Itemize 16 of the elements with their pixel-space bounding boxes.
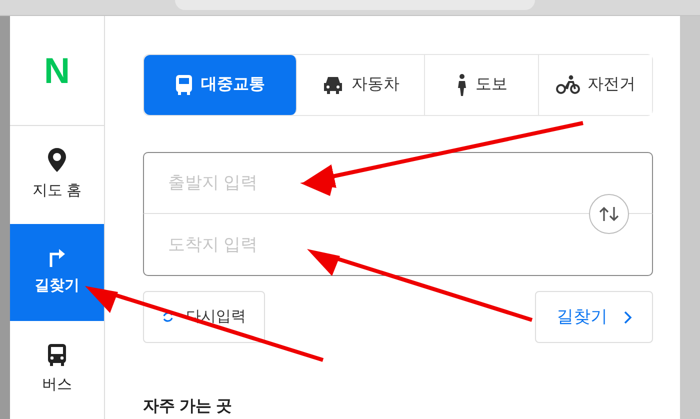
cyclist-icon bbox=[556, 75, 580, 95]
chevron-right-icon bbox=[624, 310, 632, 324]
car-icon bbox=[322, 76, 344, 94]
bus-icon bbox=[175, 75, 193, 95]
origin-input[interactable]: 출발지 입력 bbox=[143, 152, 653, 214]
section-heading: 자주 가는 곳 bbox=[143, 397, 233, 417]
refresh-icon bbox=[162, 311, 174, 323]
turn-right-arrow-icon bbox=[48, 247, 66, 268]
map-pin-icon bbox=[48, 148, 66, 172]
swap-arrows-icon bbox=[598, 206, 620, 222]
mode-tab[interactable]: 대중교통 bbox=[144, 55, 297, 115]
search-route-button[interactable]: 길찾기 bbox=[535, 291, 653, 343]
walking-person-icon bbox=[456, 74, 468, 96]
destination-input[interactable]: 도착지 입력 bbox=[143, 214, 653, 276]
sidebar-item[interactable]: 길찾기 bbox=[10, 224, 104, 322]
bus-icon bbox=[47, 344, 67, 366]
